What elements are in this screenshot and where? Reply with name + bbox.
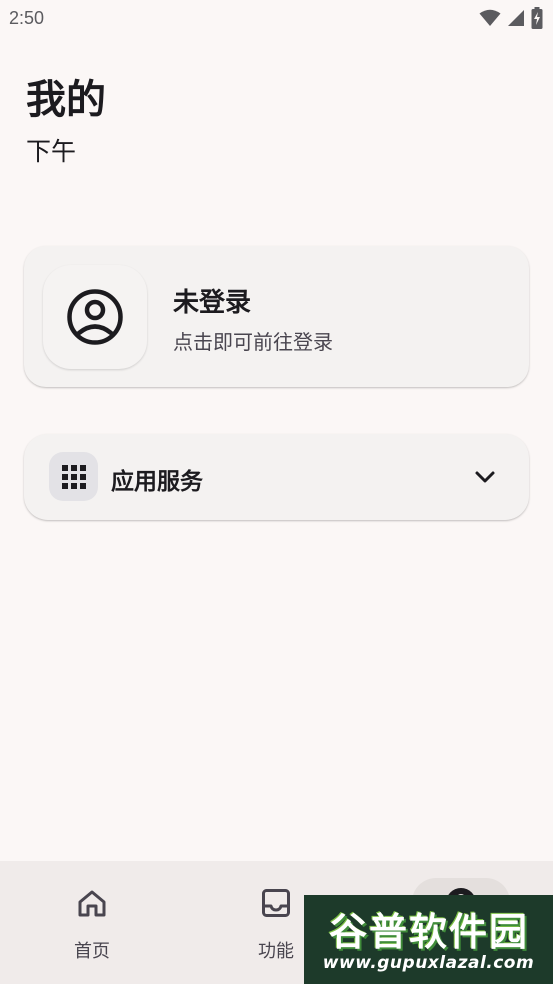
watermark-url: www.gupuxlazal.com (322, 953, 535, 973)
battery-charging-icon (531, 7, 543, 29)
services-icon-box (49, 452, 98, 501)
status-time: 2:50 (9, 8, 45, 28)
chevron-down-icon (475, 471, 495, 483)
nav-label-home: 首页 (74, 941, 110, 962)
screen: 2:50 我的 下午 未登录 点击即可前往登录 应用服务 首页 功能 谷普软件园… (0, 0, 553, 984)
login-card[interactable]: 未登录 点击即可前往登录 (24, 246, 529, 387)
watermark-logo: 谷普软件园 www.gupuxlazal.com (304, 895, 553, 984)
avatar (43, 265, 147, 369)
inbox-icon (260, 887, 292, 919)
services-expand-button[interactable] (472, 464, 498, 490)
nav-item-home[interactable]: 首页 (0, 861, 184, 984)
signal-icon (508, 10, 524, 26)
status-icons (479, 6, 543, 30)
account-circle-icon (67, 289, 123, 345)
page-title: 我的 (26, 77, 106, 123)
login-description: 点击即可前往登录 (173, 330, 333, 354)
login-title: 未登录 (173, 288, 252, 318)
watermark-title: 谷普软件园 (328, 910, 529, 954)
status-bar: 2:50 (0, 0, 553, 38)
services-card[interactable]: 应用服务 (24, 434, 529, 520)
page-subtitle: 下午 (26, 137, 77, 166)
services-label: 应用服务 (111, 469, 203, 495)
home-icon (76, 887, 108, 919)
wifi-icon (479, 9, 501, 26)
apps-grid-icon (61, 464, 86, 489)
